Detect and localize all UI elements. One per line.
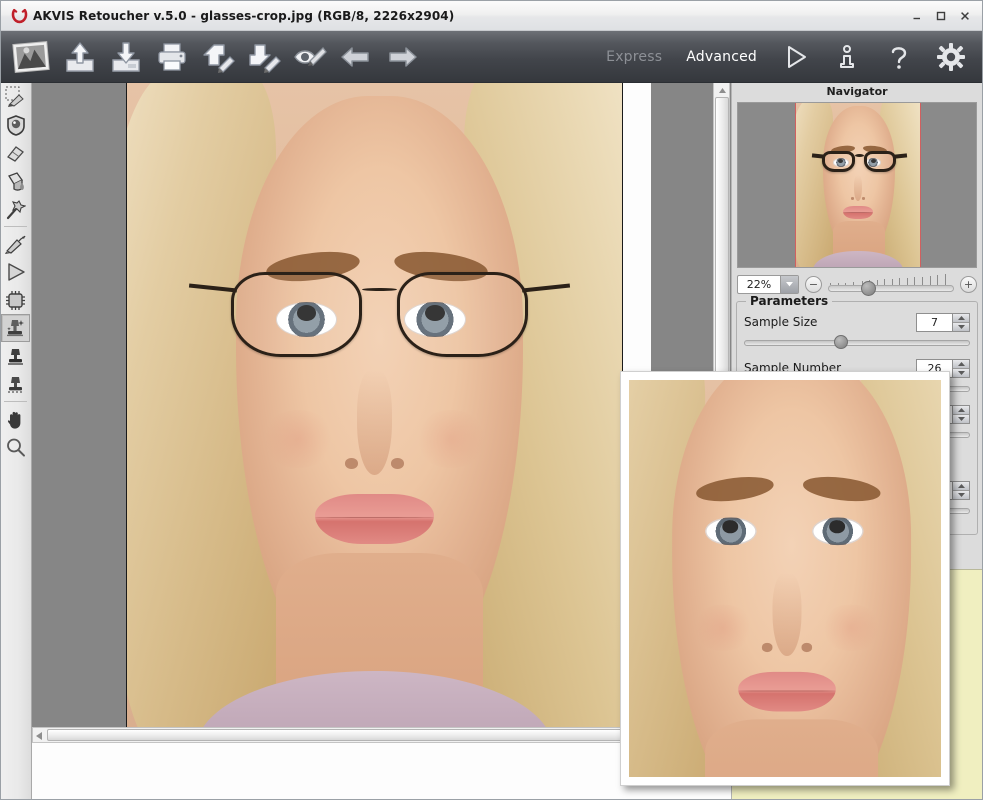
zoom-slider[interactable]: [828, 274, 956, 296]
application-window: AKVIS Retoucher v.5.0 - glasses-crop.jpg…: [0, 0, 983, 800]
canvas-horizontal-scrollbar[interactable]: [32, 727, 713, 743]
spin-up-icon[interactable]: [953, 405, 969, 415]
undo-button[interactable]: [333, 34, 379, 80]
toolbar-right-group: Express Advanced: [597, 31, 974, 83]
tool-chameleon-stamp[interactable]: [1, 370, 30, 398]
tool-selection-brush[interactable]: [1, 83, 30, 111]
zoom-value: 22%: [746, 277, 772, 291]
tool-eraser[interactable]: [1, 139, 30, 167]
param-sample-size-knob[interactable]: [834, 335, 849, 349]
tool-zoom-magnifier[interactable]: [1, 433, 30, 461]
navigator-preview[interactable]: [737, 102, 977, 268]
redo-button[interactable]: [379, 34, 425, 80]
about-info-button[interactable]: [824, 34, 870, 80]
zoom-slider-ticks: [830, 274, 956, 285]
param-sample-size-slider[interactable]: [744, 335, 970, 349]
run-button[interactable]: [772, 34, 818, 80]
tool-stamp[interactable]: [1, 342, 30, 370]
chevron-down-icon[interactable]: [780, 275, 798, 293]
spin-down-icon[interactable]: [953, 322, 969, 331]
tool-separator-1: [4, 226, 27, 227]
close-button[interactable]: [954, 6, 976, 26]
tool-separator-2: [4, 401, 27, 402]
param-sample-size-spinner[interactable]: 7: [916, 312, 970, 332]
zoom-controls: 22% − +: [737, 273, 977, 296]
zoom-in-button[interactable]: +: [960, 275, 977, 293]
parameters-legend: Parameters: [746, 294, 833, 308]
param-sample-size-value[interactable]: 7: [916, 312, 952, 332]
save-image-button[interactable]: [103, 34, 149, 80]
canvas-photo-before: [126, 83, 623, 736]
spin-up-icon[interactable]: [953, 359, 969, 369]
mode-advanced[interactable]: Advanced: [677, 45, 766, 69]
preferences-gear-icon[interactable]: [928, 34, 974, 80]
toolbar-left-group: [5, 31, 425, 83]
tool-clone-stamp[interactable]: [1, 314, 30, 342]
tool-magic-wand[interactable]: [1, 195, 30, 223]
after-preview-window[interactable]: [620, 371, 950, 786]
horizontal-scroll-thumb[interactable]: [47, 729, 707, 741]
window-title: AKVIS Retoucher v.5.0 - glasses-crop.jpg…: [33, 9, 455, 23]
tool-paint-bucket[interactable]: [1, 167, 30, 195]
title-bar: AKVIS Retoucher v.5.0 - glasses-crop.jpg…: [1, 1, 982, 31]
window-controls: [906, 5, 976, 27]
save-strokes-button[interactable]: [241, 34, 287, 80]
akvis-logo-icon: [11, 8, 28, 25]
main-toolbar: Express Advanced: [1, 31, 982, 83]
scroll-up-arrow[interactable]: [715, 84, 729, 97]
app-logo-button[interactable]: [5, 34, 57, 80]
navigator-thumbnail: [795, 103, 921, 267]
minimize-button[interactable]: [906, 6, 928, 26]
tool-palette: [1, 83, 32, 799]
param-sample-size-label: Sample Size: [744, 315, 818, 329]
param-sample-size: Sample Size 7: [744, 312, 970, 349]
navigator-title: Navigator: [826, 85, 888, 98]
load-strokes-button[interactable]: [195, 34, 241, 80]
maximize-button[interactable]: [930, 6, 952, 26]
tool-hand[interactable]: [1, 405, 30, 433]
preview-toggle-button[interactable]: [287, 34, 333, 80]
mode-express[interactable]: Express: [597, 45, 671, 69]
glasses-overlay: [189, 272, 570, 358]
tool-patch[interactable]: [1, 286, 30, 314]
spin-down-icon[interactable]: [953, 414, 969, 423]
scroll-left-arrow[interactable]: [35, 730, 43, 744]
spin-up-icon[interactable]: [953, 481, 969, 491]
print-button[interactable]: [149, 34, 195, 80]
tool-linear-retouch[interactable]: [1, 230, 30, 258]
after-preview-image: [629, 380, 941, 777]
spin-down-icon[interactable]: [953, 368, 969, 377]
zoom-combobox[interactable]: 22%: [737, 274, 799, 294]
tool-exclusion-shield[interactable]: [1, 111, 30, 139]
zoom-slider-knob[interactable]: [860, 281, 876, 296]
spin-up-icon[interactable]: [953, 313, 969, 323]
open-image-button[interactable]: [57, 34, 103, 80]
zoom-out-button[interactable]: −: [805, 275, 822, 293]
spin-down-icon[interactable]: [953, 490, 969, 499]
tool-run[interactable]: [1, 258, 30, 286]
help-button[interactable]: [876, 34, 922, 80]
